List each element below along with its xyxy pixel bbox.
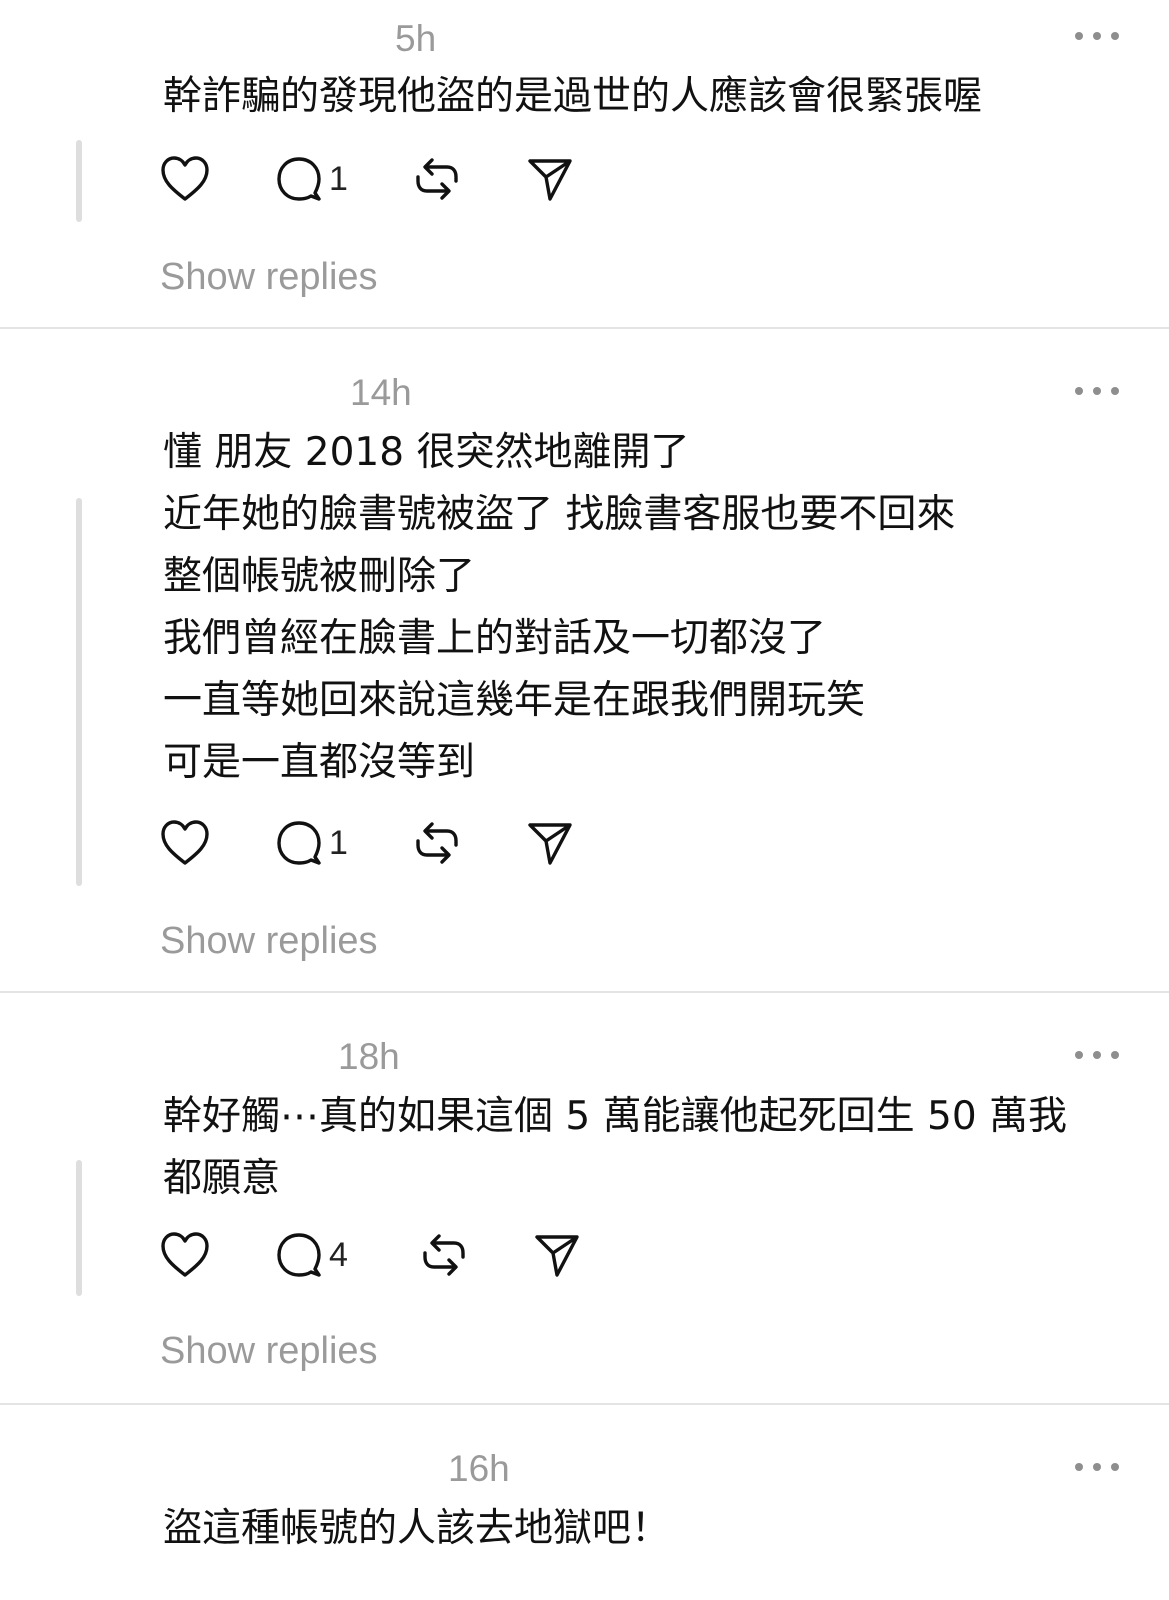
action-bar: 1	[160, 154, 640, 204]
comment-post: 14h 懂 朋友 2018 很突然地離開了 近年她的臉書號被盜了 找臉書客服也要…	[0, 330, 1169, 992]
repost-icon	[423, 1234, 465, 1276]
repost-button[interactable]	[413, 154, 461, 204]
post-text: 盜這種帳號的人該去地獄吧！	[163, 1506, 671, 1551]
post-divider	[0, 1403, 1169, 1405]
post-text: 懂 朋友 2018 很突然地離開了 近年她的臉書號被盜了 找臉書客服也要不回來 …	[163, 430, 956, 785]
repost-icon	[416, 158, 458, 200]
reply-button[interactable]: 1	[275, 818, 348, 868]
action-bar: 1	[160, 818, 640, 868]
action-bar: 4	[160, 1230, 640, 1280]
thread-line	[76, 498, 82, 886]
more-options-button[interactable]	[1075, 1048, 1119, 1062]
more-dots-icon	[1111, 387, 1119, 395]
post-text: 幹詐騙的發現他盜的是過世的人應該會很緊張喔	[163, 74, 983, 119]
repost-button[interactable]	[420, 1230, 468, 1280]
more-dots-icon	[1093, 32, 1101, 40]
send-icon	[528, 823, 572, 865]
more-dots-icon	[1075, 387, 1083, 395]
show-replies-link[interactable]: Show replies	[160, 1332, 378, 1370]
heart-icon	[161, 156, 209, 201]
post-timestamp: 18h	[338, 1036, 400, 1077]
comment-post: 5h 幹詐騙的發現他盜的是過世的人應該會很緊張喔 1 Show replies	[0, 0, 1169, 330]
post-timestamp: 14h	[350, 372, 412, 413]
share-button[interactable]	[526, 818, 574, 868]
more-dots-icon	[1111, 1051, 1119, 1059]
comment-post: 16h 盜這種帳號的人該去地獄吧！	[0, 1406, 1169, 1600]
comment-post: 18h 幹好觸⋯真的如果這個 5 萬能讓他起死回生 50 萬我 都願意 4 Sh…	[0, 994, 1169, 1406]
post-divider	[0, 327, 1169, 329]
more-dots-icon	[1111, 1463, 1119, 1471]
reply-count: 1	[329, 159, 348, 198]
more-dots-icon	[1075, 1051, 1083, 1059]
share-button[interactable]	[526, 154, 574, 204]
like-button[interactable]	[160, 1230, 210, 1280]
repost-icon	[416, 822, 458, 864]
like-button[interactable]	[160, 818, 210, 868]
like-button[interactable]	[160, 154, 210, 204]
more-dots-icon	[1093, 387, 1101, 395]
show-replies-link[interactable]: Show replies	[160, 258, 378, 296]
post-timestamp: 5h	[395, 18, 437, 59]
send-icon	[535, 1235, 579, 1277]
heart-icon	[161, 820, 209, 865]
reply-button[interactable]: 1	[275, 154, 348, 204]
thread-line	[76, 1160, 82, 1296]
heart-icon	[161, 1232, 209, 1277]
send-icon	[528, 159, 572, 201]
more-dots-icon	[1093, 1051, 1101, 1059]
more-dots-icon	[1111, 32, 1119, 40]
thread-line	[76, 140, 82, 222]
repost-button[interactable]	[413, 818, 461, 868]
more-dots-icon	[1093, 1463, 1101, 1471]
reply-count: 1	[329, 823, 348, 862]
reply-button[interactable]: 4	[275, 1230, 348, 1280]
post-text: 幹好觸⋯真的如果這個 5 萬能讓他起死回生 50 萬我 都願意	[163, 1094, 1068, 1201]
show-replies-link[interactable]: Show replies	[160, 922, 378, 960]
reply-count: 4	[329, 1235, 348, 1274]
more-dots-icon	[1075, 1463, 1083, 1471]
post-timestamp: 16h	[448, 1448, 510, 1489]
more-options-button[interactable]	[1075, 384, 1119, 398]
post-divider	[0, 991, 1169, 993]
comment-bubble-icon	[277, 821, 321, 865]
more-options-button[interactable]	[1075, 29, 1119, 43]
share-button[interactable]	[533, 1230, 581, 1280]
comment-bubble-icon	[277, 1233, 321, 1277]
more-options-button[interactable]	[1075, 1460, 1119, 1474]
more-dots-icon	[1075, 32, 1083, 40]
comment-bubble-icon	[277, 157, 321, 201]
